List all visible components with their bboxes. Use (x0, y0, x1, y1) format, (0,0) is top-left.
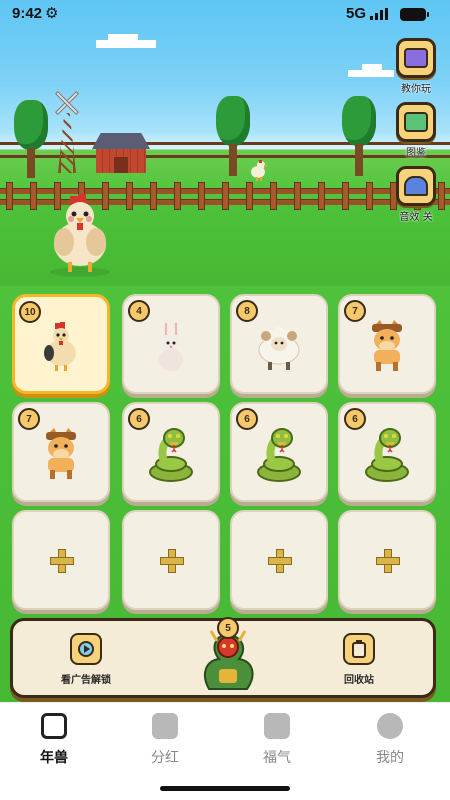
horse-icon (364, 319, 410, 376)
animal-card-snake[interactable]: 6 (338, 402, 436, 502)
handbook-button[interactable]: 图鉴 (396, 102, 436, 159)
status-bar: 9:42 ⚙ 5G (0, 0, 450, 30)
level-badge: 10 (19, 301, 41, 323)
windmill (52, 88, 82, 173)
ad-icon (70, 633, 102, 665)
dragon-level-badge: 5 (217, 617, 239, 639)
empty-slot[interactable] (12, 510, 110, 610)
dividend-icon (152, 713, 178, 739)
plus-icon (376, 549, 400, 573)
fence-post (150, 182, 157, 210)
tab-mine[interactable]: 我的 (350, 713, 430, 767)
tutorial-button[interactable]: 教你玩 (396, 38, 436, 95)
cloud (362, 64, 382, 71)
fence-post (246, 182, 253, 210)
animal-card-horse[interactable]: 7 (338, 294, 436, 394)
tutorial-label: 教你玩 (401, 84, 431, 95)
signal-icon (370, 8, 388, 20)
level-badge: 4 (128, 300, 150, 322)
action-panel: 看广告解锁 5 回收站 (10, 617, 436, 698)
handbook-label: 图鉴 (406, 148, 426, 159)
tab-fortune[interactable]: 福气 (237, 713, 317, 767)
sheep-icon (253, 322, 305, 374)
profile-icon (377, 713, 403, 739)
watch-ad-unlock-button[interactable]: 看广告解锁 (61, 633, 111, 686)
fence-post (270, 182, 277, 210)
farm-scene: 教你玩 图鉴 音效 关 (0, 0, 450, 286)
tab-nianshou[interactable]: 年兽 (14, 713, 94, 767)
empty-slot[interactable] (230, 510, 328, 610)
fence-post (318, 182, 325, 210)
fence-post (222, 182, 229, 210)
tab-label: 福气 (263, 750, 291, 766)
fence-post (126, 182, 133, 210)
watch-ad-unlock-label: 看广告解锁 (61, 675, 111, 686)
horse-icon (38, 427, 84, 484)
tutorial-icon (396, 38, 436, 78)
sound-toggle-button[interactable]: 音效 关 (396, 166, 436, 223)
fence-post (6, 182, 13, 210)
tab-label: 分红 (151, 750, 179, 766)
snake-icon (362, 426, 412, 486)
sound-off-icon (396, 166, 436, 206)
gear-icon: ⚙ (45, 4, 59, 22)
animal-card-snake[interactable]: 6 (122, 402, 220, 502)
barn (92, 133, 150, 173)
level-badge: 7 (344, 300, 366, 322)
recycle-bin-icon (343, 633, 375, 665)
animal-card-rooster[interactable]: 10 (12, 294, 110, 394)
level-badge: 8 (236, 300, 258, 322)
empty-slot[interactable] (338, 510, 436, 610)
battery-icon (400, 8, 429, 21)
fence-post (438, 182, 445, 210)
fortune-icon (264, 713, 290, 739)
snake-icon (254, 426, 304, 486)
rooster-mascot (50, 194, 110, 277)
empty-slot[interactable] (122, 510, 220, 610)
network-type: 5G (345, 5, 366, 22)
status-time: 9:42 (12, 5, 43, 22)
fence-post (294, 182, 301, 210)
fence-post (342, 182, 349, 210)
plus-icon (50, 549, 74, 573)
recycle-bin-label: 回收站 (344, 675, 374, 686)
dragon-slot[interactable]: 5 (195, 617, 261, 695)
home-indicator (160, 786, 290, 791)
level-badge: 7 (18, 408, 40, 430)
animal-card-sheep[interactable]: 8 (230, 294, 328, 394)
fence-post (366, 182, 373, 210)
rabbit-icon (151, 319, 191, 376)
tab-label: 我的 (376, 750, 404, 766)
recycle-bin-button[interactable]: 回收站 (343, 633, 375, 686)
cloud (108, 34, 138, 42)
plus-icon (268, 549, 292, 573)
cloud (348, 70, 394, 77)
small-chicken (251, 160, 267, 181)
animal-card-snake[interactable]: 6 (230, 402, 328, 502)
sound-toggle-label: 音效 关 (399, 212, 433, 223)
rooster-icon (39, 321, 83, 375)
fence-post (174, 182, 181, 210)
fence-post (198, 182, 205, 210)
animal-card-horse[interactable]: 7 (12, 402, 110, 502)
handbook-icon (396, 102, 436, 142)
tab-dividend[interactable]: 分红 (125, 713, 205, 767)
animal-card-rabbit[interactable]: 4 (122, 294, 220, 394)
tab-label: 年兽 (40, 750, 68, 766)
plus-icon (160, 549, 184, 573)
snake-icon (146, 426, 196, 486)
fence-post (30, 182, 37, 210)
monster-icon (41, 713, 67, 739)
